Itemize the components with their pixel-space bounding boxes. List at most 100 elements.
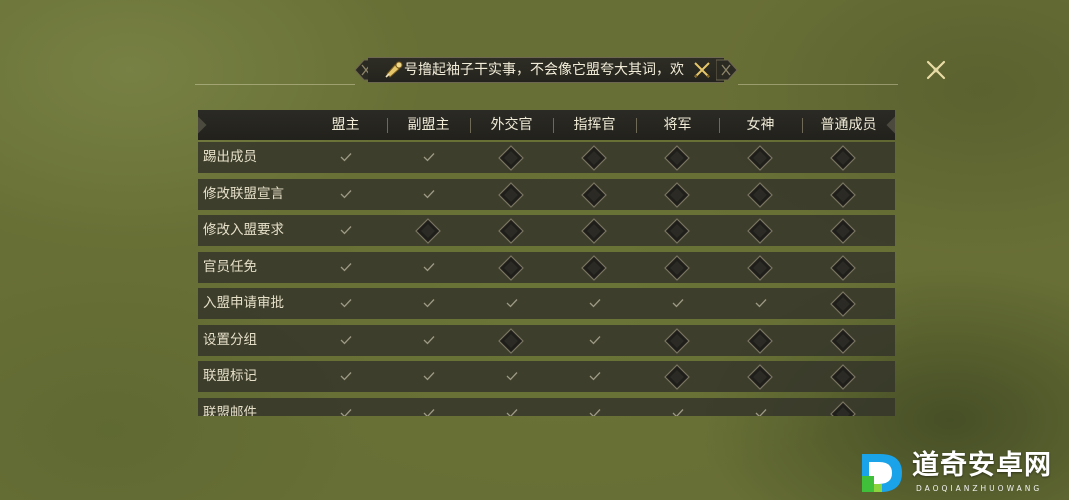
check-icon: [672, 299, 684, 308]
permission-cell: [553, 252, 636, 283]
permission-label: 修改联盟宣言: [203, 185, 284, 202]
locked-diamond-icon: [747, 327, 773, 354]
permission-cell: [553, 179, 636, 210]
locked-diamond-icon: [498, 145, 524, 171]
locked-diamond-icon: [747, 364, 773, 390]
permission-cell: [470, 252, 553, 283]
permission-cell: [802, 361, 885, 392]
permission-cell: [470, 288, 553, 319]
check-icon: [672, 408, 684, 416]
permission-cell: [387, 179, 470, 210]
permission-cell: [636, 288, 719, 319]
permission-cell: [553, 325, 636, 356]
locked-diamond-icon: [498, 327, 524, 354]
header-general: 将军: [663, 117, 692, 133]
check-icon: [589, 408, 601, 416]
header-vice-leader: 副盟主: [407, 117, 450, 133]
locked-diamond-icon: [747, 145, 773, 171]
table-row: 入盟申请审批: [198, 288, 895, 319]
site-logo-icon: [862, 454, 902, 492]
permission-cell: [387, 252, 470, 283]
horn-icon: [385, 61, 403, 78]
check-icon: [340, 299, 352, 308]
permission-cell: [304, 361, 387, 392]
header-regular-member: 普通成员: [820, 117, 877, 133]
permission-cell: [719, 179, 802, 210]
check-icon: [755, 299, 767, 308]
check-icon: [589, 335, 601, 344]
permission-cell: [719, 252, 802, 283]
table-row: 修改联盟宣言: [198, 178, 895, 210]
locked-diamond-icon: [664, 327, 690, 354]
check-icon: [506, 299, 518, 308]
check-icon: [340, 372, 352, 381]
crossed-swords-icon: [694, 62, 710, 78]
header-notch-left: [198, 116, 207, 134]
locked-diamond-icon: [830, 400, 856, 416]
watermark-subtitle: DAOQIANZHUOWANG: [916, 484, 1043, 493]
permission-label: 入盟申请审批: [203, 295, 284, 311]
header-goddess: 女神: [746, 117, 775, 133]
table-row: 设置分组: [198, 324, 895, 356]
locked-diamond-icon: [830, 364, 856, 390]
locked-diamond-icon: [747, 218, 773, 244]
permission-cell: [636, 215, 719, 246]
permission-cell: [304, 215, 387, 246]
permission-cell: [802, 142, 885, 173]
table-row: 联盟标记: [198, 361, 895, 392]
locked-diamond-icon: [830, 327, 856, 354]
locked-diamond-icon: [664, 181, 690, 208]
check-icon: [423, 408, 435, 416]
locked-diamond-icon: [747, 181, 773, 208]
permission-cell: [802, 215, 885, 246]
permission-cell: [304, 398, 387, 416]
permission-label: 踢出成员: [203, 149, 257, 165]
permission-cell: [470, 179, 553, 210]
check-icon: [423, 189, 435, 198]
permission-cell: [387, 288, 470, 319]
permission-cell: [719, 361, 802, 392]
permission-cell: [802, 288, 885, 319]
check-icon: [506, 408, 518, 416]
permission-label: 官员任免: [203, 258, 257, 275]
permission-cell: [387, 215, 470, 246]
watermark: 道奇安卓网 DAOQIANZHUOWANG: [856, 448, 1066, 498]
locked-diamond-icon: [581, 218, 607, 244]
permission-cell: [719, 325, 802, 356]
permission-cell: [802, 179, 885, 210]
locked-diamond-icon: [664, 145, 690, 171]
permission-cell: [636, 398, 719, 416]
locked-diamond-icon: [830, 291, 856, 317]
permission-cell: [719, 142, 802, 173]
permission-cell: [636, 361, 719, 392]
header-commander: 指挥官: [573, 117, 616, 133]
locked-diamond-icon: [415, 218, 441, 244]
locked-diamond-icon: [581, 181, 607, 208]
locked-diamond-icon: [830, 145, 856, 171]
check-icon: [340, 335, 352, 344]
check-icon: [423, 262, 435, 271]
check-icon: [423, 335, 435, 344]
permission-cell: [470, 325, 553, 356]
header-leader: 盟主: [331, 117, 360, 133]
locked-diamond-icon: [830, 218, 856, 244]
permission-cell: [802, 252, 885, 283]
table-row: 官员任免: [198, 251, 895, 283]
check-icon: [340, 153, 352, 162]
permission-label: 联盟邮件: [203, 404, 257, 417]
check-icon: [423, 299, 435, 308]
watermark-title: 道奇安卓网: [912, 450, 1052, 481]
permission-cell: [802, 325, 885, 356]
permission-cell: [636, 325, 719, 356]
permission-cell: [553, 215, 636, 246]
table-row: 修改入盟要求: [198, 215, 895, 246]
permission-cell: [470, 398, 553, 416]
permission-label: 设置分组: [203, 331, 257, 348]
close-icon[interactable]: [924, 58, 948, 82]
locked-diamond-icon: [664, 254, 690, 281]
permission-cell: [553, 288, 636, 319]
check-icon: [340, 408, 352, 416]
permission-cell: [387, 398, 470, 416]
header-diplomat: 外交官: [490, 117, 533, 133]
permission-cell: [387, 325, 470, 356]
